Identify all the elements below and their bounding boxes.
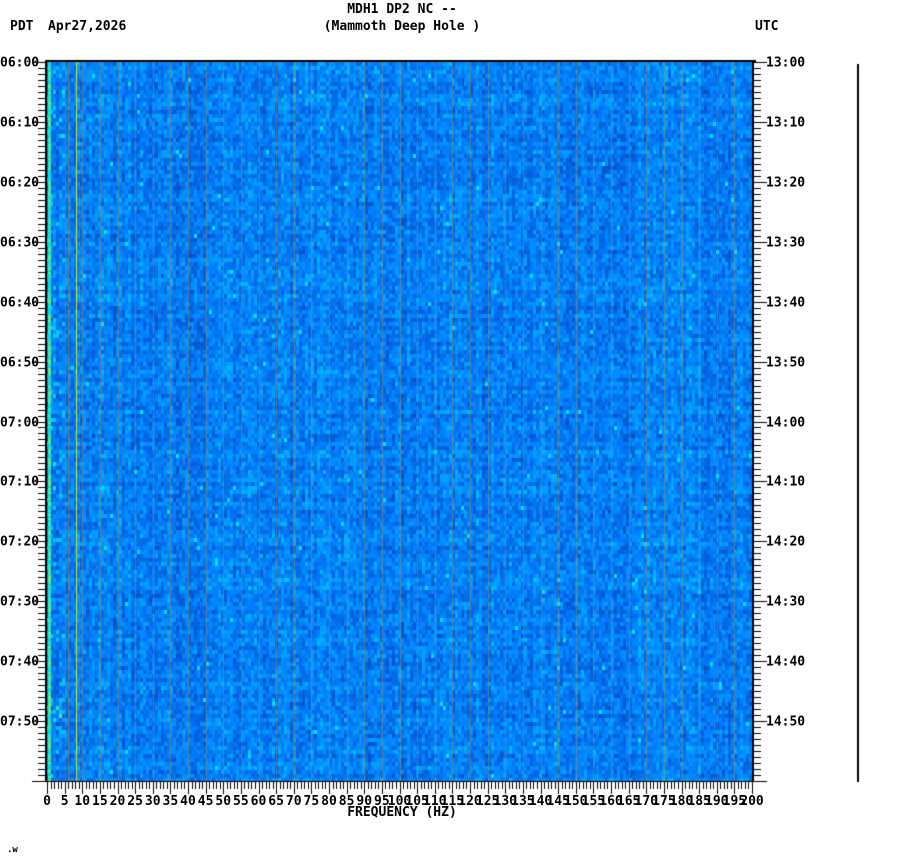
date-label: Apr27,2026: [48, 19, 127, 34]
page-subtitle: (Mammoth Deep Hole ): [323, 19, 481, 34]
spectrogram-page: MDH1 DP2 NC -- (Mammoth Deep Hole ) PDT …: [0, 0, 902, 864]
right-time-label: 13:00: [766, 55, 806, 71]
right-time-label: 13:20: [766, 175, 806, 191]
title-block: MDH1 DP2 NC -- (Mammoth Deep Hole ): [47, 3, 757, 33]
left-time-label: 06:50: [0, 355, 40, 371]
frequency-axis-title: FREQUENCY (HZ): [347, 805, 457, 820]
page-title: MDH1 DP2 NC --: [347, 2, 457, 17]
left-time-label: 06:00: [0, 55, 40, 71]
left-time-label: 07:30: [0, 594, 40, 610]
left-time-label: 07:20: [0, 534, 40, 550]
left-time-label: 06:20: [0, 175, 40, 191]
left-time-label: 06:30: [0, 235, 40, 251]
right-time-label: 13:50: [766, 355, 806, 371]
right-time-label: 14:30: [766, 594, 806, 610]
left-time-label: 06:40: [0, 295, 40, 311]
left-time-label: 07:50: [0, 714, 40, 730]
left-time-label: 07:00: [0, 415, 40, 430]
right-time-label: 13:30: [766, 235, 806, 251]
right-time-label: 13:10: [766, 115, 806, 131]
right-time-label: 13:40: [766, 295, 806, 311]
right-time-label: 14:40: [766, 654, 806, 670]
right-time-label: 14:20: [766, 534, 806, 550]
timezone-left-label: PDT: [10, 19, 34, 34]
left-time-label: 07:40: [0, 654, 40, 670]
left-time-label: 07:10: [0, 474, 40, 490]
right-time-label: 14:00: [766, 415, 806, 430]
right-time-label: 14:10: [766, 474, 806, 490]
right-time-label: 14:50: [766, 714, 806, 730]
corner-mark: .w: [7, 845, 18, 855]
left-time-label: 06:10: [0, 115, 40, 131]
timezone-right-label: UTC: [755, 19, 779, 34]
